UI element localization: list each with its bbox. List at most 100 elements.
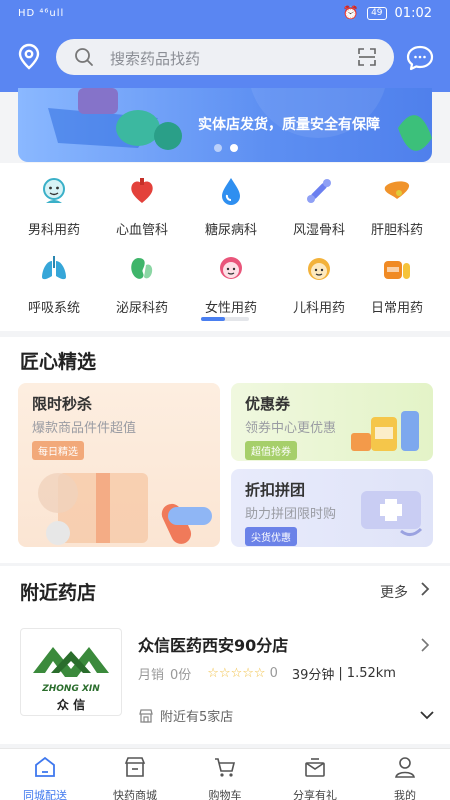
category-grid: 男科用药 心血管科 糖尿病科 风湿骨科 肝胆科药 呼吸系统 泌尿科药 女性用药 … xyxy=(0,163,450,331)
category-liver[interactable]: 肝胆科药 xyxy=(352,175,442,238)
category-label: 儿科用药 xyxy=(292,301,345,316)
distance-value: 1.52km xyxy=(346,666,396,681)
scan-icon[interactable] xyxy=(358,48,376,66)
heart-icon xyxy=(131,178,153,203)
store-logo[interactable]: ZHONG XIN 众 信 xyxy=(20,628,122,716)
promo-banner[interactable]: 实体店发货，质量安全有保障 xyxy=(18,88,432,162)
bottom-tab-bar: 同城配送 快药商城 购物车 分享有礼 我的 xyxy=(0,748,450,800)
card-tag: 尖货优惠 xyxy=(245,527,297,546)
eta-value: 39分钟 xyxy=(291,668,335,683)
zhongxin-logo-icon: ZHONG XIN 众 信 xyxy=(33,647,109,712)
category-label: 日常用药 xyxy=(370,301,423,316)
drop-icon xyxy=(222,178,240,205)
card-subtitle: 助力拼团限时购 xyxy=(245,507,337,522)
nearby-section: 附近药店 更多 ZHONG XIN 众 信 众信医药西安90分店 月销 0份 ☆… xyxy=(0,566,450,744)
store-icon xyxy=(139,708,153,723)
category-pediatric[interactable]: 儿科用药 xyxy=(274,253,364,316)
gift-icon xyxy=(305,758,325,777)
bone-icon xyxy=(307,179,331,203)
tab-label: 购物车 xyxy=(208,789,242,800)
banner-dot[interactable] xyxy=(214,144,222,152)
card-tag: 每日精选 xyxy=(32,441,84,460)
category-label: 呼吸系统 xyxy=(27,301,80,316)
tab-local-delivery[interactable]: 同城配送 xyxy=(0,755,90,800)
category-female[interactable]: 女性用药 xyxy=(186,253,276,316)
category-cardio[interactable]: 心血管科 xyxy=(97,175,187,238)
sales-value: 0份 xyxy=(170,668,192,683)
meta-separator: | xyxy=(338,666,343,681)
rating-value: 0 xyxy=(269,666,278,681)
rating-stars: ☆☆☆☆☆ xyxy=(207,666,266,681)
logo-text-cn: 众 信 xyxy=(57,697,85,712)
nearby-note-text: 附近有5家店 xyxy=(160,710,234,725)
tab-profile[interactable]: 我的 xyxy=(360,755,450,800)
location-pin-icon[interactable] xyxy=(14,42,44,72)
lung-icon xyxy=(42,256,66,280)
category-male[interactable]: 男科用药 xyxy=(9,175,99,238)
battery-indicator: 49 xyxy=(367,7,387,20)
category-label: 女性用药 xyxy=(204,301,257,316)
section-title: 匠心精选 xyxy=(20,351,97,373)
curated-section: 匠心精选 限时秒杀 爆款商品件件超值 每日精选 优惠券 领券中心更优惠 超值抢券 xyxy=(0,337,450,563)
status-bar: HD ⁴⁶ull ⏰ 49 01:02 xyxy=(0,0,450,30)
chevron-down-icon[interactable] xyxy=(420,708,434,722)
chevron-right-icon[interactable] xyxy=(418,582,432,596)
category-label: 泌尿科药 xyxy=(115,301,168,316)
group-buy-card[interactable]: 折扣拼团 助力拼团限时购 尖货优惠 xyxy=(231,469,433,547)
tab-label: 我的 xyxy=(394,789,416,800)
signal-indicators: HD ⁴⁶ull xyxy=(18,8,65,19)
category-label: 男科用药 xyxy=(27,223,80,238)
liver-icon xyxy=(384,181,410,199)
banner-slogan: 实体店发货，质量安全有保障 xyxy=(198,117,380,133)
card-subtitle: 爆款商品件件超值 xyxy=(32,421,137,436)
category-rheum[interactable]: 风湿骨科 xyxy=(274,175,364,238)
category-label: 肝胆科药 xyxy=(370,223,423,238)
coupon-card[interactable]: 优惠券 领券中心更优惠 超值抢券 xyxy=(231,383,433,461)
user-icon xyxy=(395,757,415,778)
banner-pager xyxy=(214,144,238,152)
store-name[interactable]: 众信医药西安90分店 xyxy=(138,632,288,656)
store-meta: 月销 0份 ☆☆☆☆☆ 0 39分钟 | 1.52km xyxy=(138,664,396,683)
tab-mall[interactable]: 快药商城 xyxy=(90,755,180,800)
chevron-right-icon[interactable] xyxy=(418,638,432,652)
more-link[interactable]: 更多 xyxy=(380,582,408,602)
card-tag: 超值抢券 xyxy=(245,441,297,460)
pill-icon xyxy=(384,261,410,279)
female-icon xyxy=(220,257,242,279)
clock: 01:02 xyxy=(394,6,432,21)
top-header: 搜索药品找药 xyxy=(0,36,450,80)
tab-cart[interactable]: 购物车 xyxy=(180,755,270,800)
flash-sale-card[interactable]: 限时秒杀 爆款商品件件超值 每日精选 xyxy=(18,383,220,547)
search-input[interactable]: 搜索药品找药 xyxy=(56,39,394,75)
nearby-stores-toggle[interactable]: 附近有5家店 xyxy=(138,706,233,725)
home-icon xyxy=(35,756,55,777)
alarm-icon: ⏰ xyxy=(342,6,360,21)
kidney-icon xyxy=(131,258,153,279)
banner-dot-active[interactable] xyxy=(230,144,238,152)
male-icon xyxy=(43,178,65,203)
message-icon[interactable] xyxy=(404,42,436,74)
child-icon xyxy=(308,258,330,280)
search-placeholder: 搜索药品找药 xyxy=(110,50,201,68)
category-diabetes[interactable]: 糖尿病科 xyxy=(186,175,276,238)
category-daily[interactable]: 日常用药 xyxy=(352,253,442,316)
tab-label: 快药商城 xyxy=(113,789,157,800)
tab-label: 同城配送 xyxy=(23,789,67,800)
category-label: 风湿骨科 xyxy=(292,223,345,238)
category-respiratory[interactable]: 呼吸系统 xyxy=(9,253,99,316)
section-title: 附近药店 xyxy=(20,582,97,604)
card-title: 限时秒杀 xyxy=(32,395,93,413)
tab-label: 分享有礼 xyxy=(293,789,337,800)
cart-icon xyxy=(215,758,236,777)
category-pager-active xyxy=(201,317,225,321)
sales-label: 月销 xyxy=(138,668,165,683)
category-pager xyxy=(201,317,249,321)
shop-icon xyxy=(124,757,146,777)
category-label: 糖尿病科 xyxy=(204,223,257,238)
card-subtitle: 领券中心更优惠 xyxy=(245,421,337,436)
search-icon xyxy=(75,48,93,66)
category-urology[interactable]: 泌尿科药 xyxy=(97,253,187,316)
logo-text-en: ZHONG XIN xyxy=(41,684,100,694)
category-label: 心血管科 xyxy=(115,223,168,238)
tab-share[interactable]: 分享有礼 xyxy=(270,755,360,800)
